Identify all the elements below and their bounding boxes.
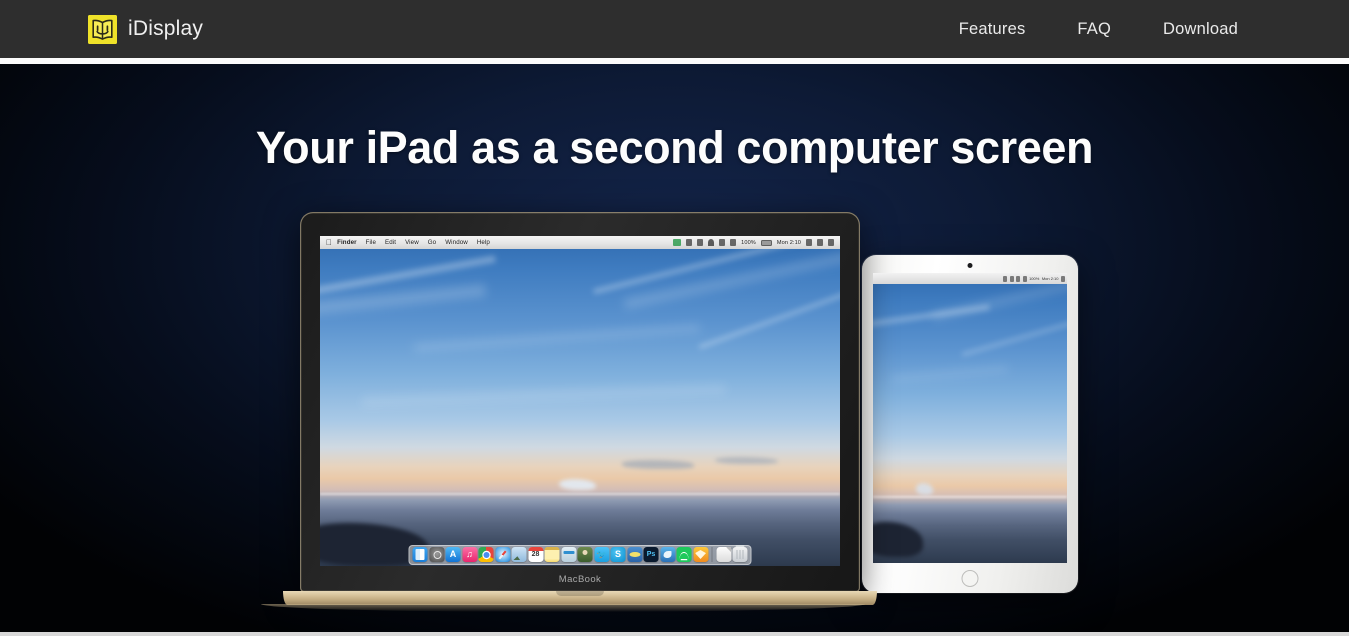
page-footer-strip — [0, 632, 1349, 636]
dock-icon-safari[interactable] — [495, 547, 510, 562]
ipad-battery-percent: 100% — [1029, 276, 1039, 281]
ipad-device: 100% Mon 2:10 — [862, 255, 1078, 593]
idisplay-logo-icon — [88, 15, 117, 44]
dock-icon-spotify[interactable] — [677, 547, 692, 562]
volume-icon[interactable] — [730, 239, 736, 246]
nav-link-faq[interactable]: FAQ — [1051, 12, 1137, 47]
dock-separator — [712, 547, 713, 562]
user-icon[interactable] — [806, 239, 812, 246]
dock-icon-system-preferences[interactable] — [429, 547, 444, 562]
dock-icon-documents[interactable] — [716, 547, 731, 562]
desktop-wallpaper — [320, 236, 840, 566]
dropbox-icon[interactable] — [673, 239, 681, 246]
brand-logo[interactable]: iDisplay — [88, 15, 203, 44]
macbook-shadow — [261, 604, 865, 612]
dock-icon-app-store[interactable] — [446, 547, 461, 562]
brand-name: iDisplay — [128, 17, 203, 41]
dock-icon-itunes[interactable] — [462, 547, 477, 562]
dock-icon-calendar[interactable] — [528, 547, 543, 562]
ipad-status-icon — [1023, 276, 1027, 282]
macos-menubar:  Finder File Edit View Go Window Help — [320, 236, 840, 249]
macbook-base — [283, 591, 877, 605]
menubar-item-window[interactable]: Window — [445, 239, 468, 246]
menubar-item-go[interactable]: Go — [428, 239, 436, 246]
dock-icon-idisplay[interactable] — [627, 547, 642, 562]
site-header: iDisplay Features FAQ Download — [0, 0, 1349, 58]
nav-link-download[interactable]: Download — [1137, 12, 1264, 47]
macbook-screen:  Finder File Edit View Go Window Help — [320, 236, 840, 566]
ipad-search-icon — [1061, 276, 1065, 282]
macos-dock — [409, 545, 752, 566]
dock-icon-image-capture[interactable] — [561, 547, 576, 562]
wifi-icon[interactable] — [708, 239, 714, 246]
dock-icon-sketch[interactable] — [693, 547, 708, 562]
dock-icon-tweetbot[interactable] — [660, 547, 675, 562]
ipad-clock: Mon 2:10 — [1042, 276, 1059, 281]
menubar-item-view[interactable]: View — [405, 239, 419, 246]
device-showcase: 100% Mon 2:10 — [0, 64, 1349, 632]
bluetooth-icon[interactable] — [697, 239, 703, 246]
dock-icon-photo-booth[interactable] — [578, 547, 593, 562]
dock-icon-skype[interactable] — [611, 547, 626, 562]
battery-icon[interactable] — [761, 240, 772, 246]
nav-link-features[interactable]: Features — [933, 12, 1052, 47]
apple-menu-icon[interactable]:  — [326, 239, 332, 247]
menubar-item-edit[interactable]: Edit — [385, 239, 396, 246]
ipad-home-button[interactable] — [962, 570, 979, 587]
dock-icon-photos[interactable] — [512, 547, 527, 562]
ipad-screen: 100% Mon 2:10 — [873, 273, 1067, 563]
main-navigation: Features FAQ Download — [933, 12, 1264, 47]
menubar-item-file[interactable]: File — [366, 239, 376, 246]
ipad-menubar: 100% Mon 2:10 — [873, 273, 1067, 284]
ipad-front-camera-icon — [968, 263, 973, 268]
airplay-icon[interactable] — [719, 239, 725, 246]
dock-icon-finder[interactable] — [413, 547, 428, 562]
ipad-status-icon — [1010, 276, 1014, 282]
menubar-item-help[interactable]: Help — [477, 239, 490, 246]
menubar-item-finder[interactable]: Finder — [337, 239, 357, 246]
dock-icon-notes[interactable] — [545, 547, 560, 562]
macbook-label: MacBook — [300, 574, 860, 585]
macbook-device:  Finder File Edit View Go Window Help — [300, 212, 868, 605]
menubar-clock[interactable]: Mon 2:10 — [777, 240, 801, 246]
macbook-lid:  Finder File Edit View Go Window Help — [300, 212, 860, 592]
notification-center-icon[interactable] — [828, 239, 834, 246]
timemachine-icon[interactable] — [686, 239, 692, 246]
ipad-wallpaper — [873, 273, 1067, 563]
dock-icon-trash[interactable] — [733, 547, 748, 562]
search-icon[interactable] — [817, 239, 823, 246]
battery-percent: 100% — [741, 240, 756, 246]
hero-section: Your iPad as a second computer screen — [0, 64, 1349, 632]
ipad-status-icon — [1016, 276, 1020, 282]
ipad-status-icon — [1003, 276, 1007, 282]
dock-icon-twitter[interactable] — [594, 547, 609, 562]
dock-icon-chrome[interactable] — [479, 547, 494, 562]
dock-icon-photoshop[interactable] — [644, 547, 659, 562]
